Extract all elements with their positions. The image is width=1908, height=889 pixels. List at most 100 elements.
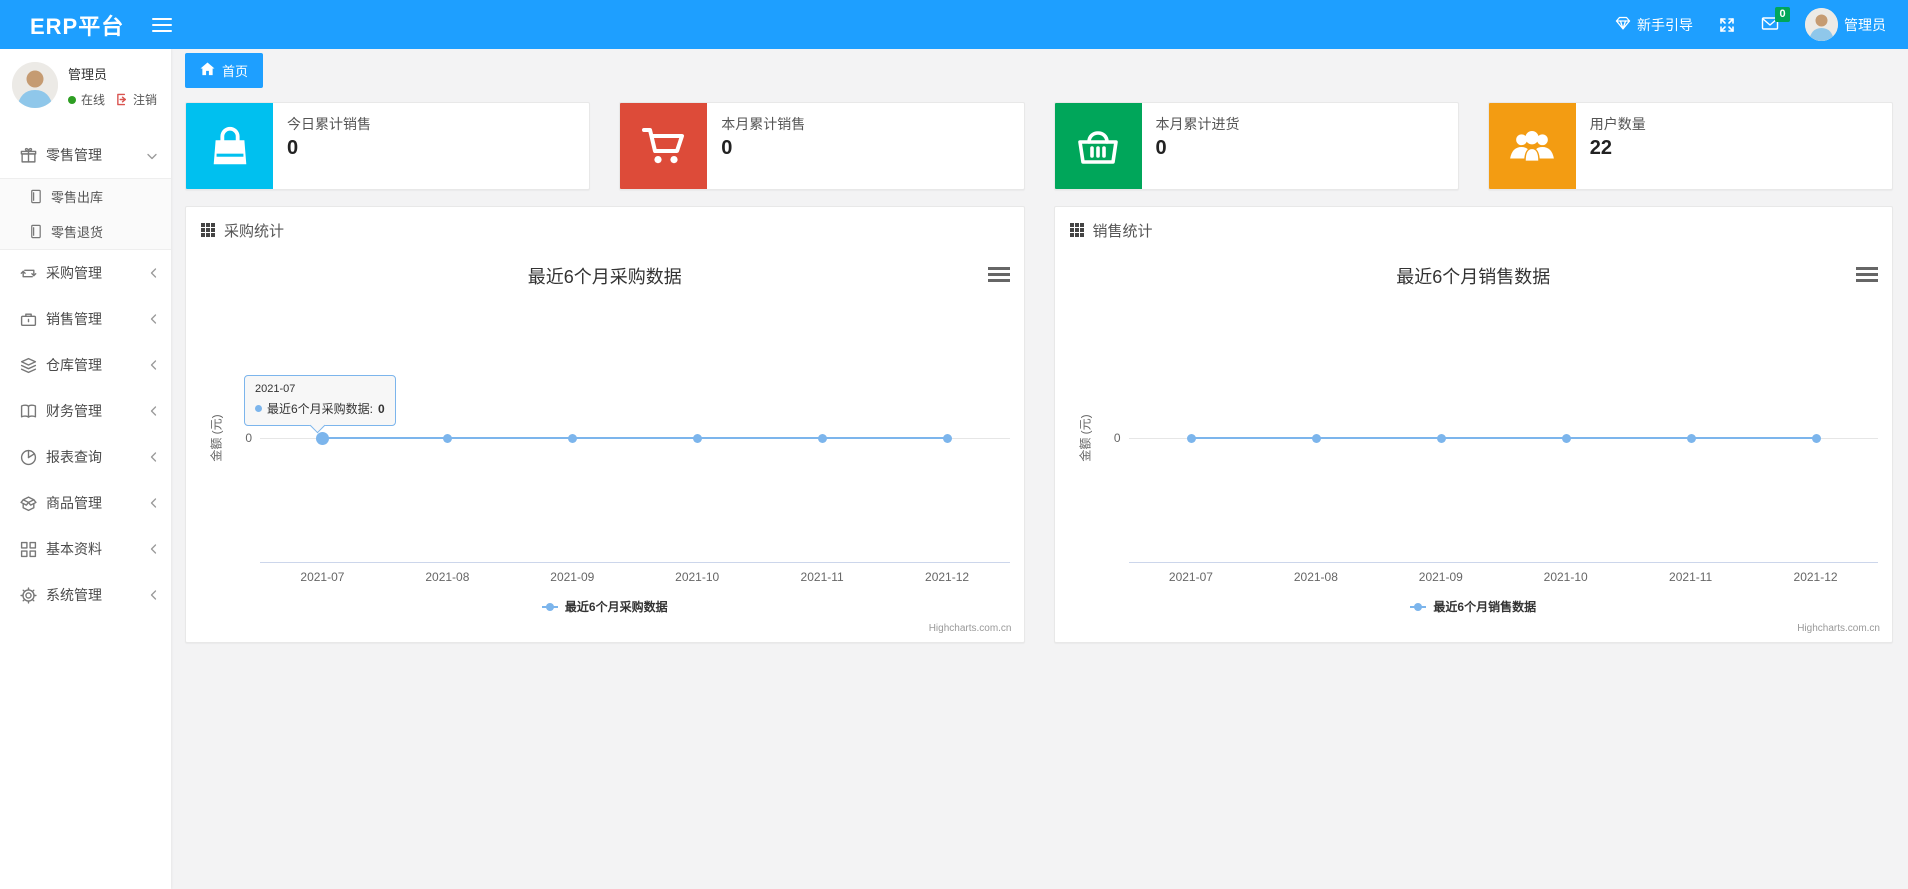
home-icon (200, 62, 215, 79)
logout-label: 注销 (133, 93, 158, 107)
cart-icon (620, 103, 708, 189)
th-grid-icon (1069, 223, 1084, 237)
stat-cards: 今日累计销售 0 本月累计销售 0 本月累计进货 0 用户数量 22 (185, 102, 1893, 190)
sidebar-item-label: 商品管理 (46, 495, 102, 511)
pie-chart-icon (20, 449, 37, 466)
stat-card-title: 今日累计销售 (287, 116, 371, 132)
stat-card-month-sales: 本月累计销售 0 (619, 102, 1025, 190)
sidebar-item-label: 销售管理 (46, 311, 102, 327)
panel-header: 销售统计 (1055, 207, 1893, 253)
layers-icon (20, 357, 37, 374)
sidebar-item-reports[interactable]: 报表查询 (0, 434, 171, 480)
data-point[interactable] (1811, 434, 1821, 443)
x-axis-line (260, 562, 1010, 563)
legend-marker-icon (1410, 602, 1427, 611)
fullscreen-button[interactable] (1719, 17, 1735, 33)
sidebar-item-sales[interactable]: 销售管理 (0, 296, 171, 342)
journal-icon (28, 189, 43, 204)
stat-card-title: 本月累计销售 (721, 116, 806, 132)
guide-label: 新手引导 (1637, 16, 1693, 33)
chevron-left-icon (150, 357, 157, 373)
message-count-badge: 0 (1775, 6, 1790, 22)
sidebar-item-label: 零售出库 (51, 190, 104, 205)
chart-tooltip: 2021-07 最近6个月采购数据: 0 (244, 375, 396, 426)
sidebar-item-label: 财务管理 (46, 403, 102, 419)
stat-card-value: 0 (721, 137, 733, 159)
highcharts-credits-link[interactable]: Highcharts.com.cn (929, 623, 1012, 634)
data-point[interactable] (1561, 434, 1571, 443)
sidebar-toggle-icon[interactable] (152, 17, 173, 32)
gem-icon (1615, 15, 1631, 34)
sidebar-item-basic-data[interactable]: 基本资料 (0, 526, 171, 572)
online-status-icon (68, 95, 76, 104)
plot-area: 2021-07 2021-08 2021-09 2021-10 2021-11 … (260, 253, 1010, 641)
x-axis-line (1128, 562, 1878, 563)
x-axis-label: 2021-12 (925, 570, 970, 584)
online-status-label: 在线 (81, 93, 106, 107)
stat-card-title: 本月累计进货 (1155, 116, 1240, 132)
sidebar-item-label: 系统管理 (46, 587, 102, 603)
gift-icon (20, 147, 37, 164)
sidebar-item-retail-return[interactable]: 零售退货 (0, 214, 171, 249)
logout-button[interactable]: 注销 (116, 91, 157, 108)
tooltip-series-label: 最近6个月采购数据: (267, 402, 374, 416)
sidebar-item-finance[interactable]: 财务管理 (0, 388, 171, 434)
data-point[interactable] (1186, 434, 1196, 443)
sidebar-item-goods[interactable]: 商品管理 (0, 480, 171, 526)
main-content: 首页 今日累计销售 0 本月累计销售 0 本月累计进货 0 用户数量 22 采购… (171, 49, 1908, 889)
book-icon (20, 403, 37, 420)
sidebar-item-purchase[interactable]: 采购管理 (0, 250, 171, 296)
sidebar-menu: 零售管理 零售出库 零售退货 采购管理 销售管理 仓库管理 财务管理 报表查询 … (0, 132, 171, 618)
purchase-stats-panel: 采购统计 最近6个月采购数据 金额 (元) 0 2021-07 2021-08 … (185, 206, 1025, 643)
user-menu[interactable]: 管理员 (1805, 8, 1886, 41)
chevron-left-icon (150, 587, 157, 603)
stat-card-month-purchase: 本月累计进货 0 (1053, 102, 1459, 190)
sidebar-item-label: 仓库管理 (46, 357, 102, 373)
data-point[interactable] (443, 434, 453, 443)
sidebar-item-retail[interactable]: 零售管理 (0, 132, 171, 178)
data-point[interactable] (568, 434, 578, 443)
purchase-chart: 最近6个月采购数据 金额 (元) 0 2021-07 2021-08 2021-… (186, 253, 1024, 641)
sales-stats-panel: 销售统计 最近6个月销售数据 金额 (元) 0 2021-07 2021-08 … (1053, 206, 1893, 643)
data-point[interactable] (1436, 434, 1446, 443)
sidebar-item-label: 零售退货 (51, 225, 104, 240)
data-point[interactable] (943, 434, 953, 443)
users-icon (1488, 103, 1576, 189)
legend-label: 最近6个月采购数据 (564, 600, 668, 614)
x-axis-label: 2021-08 (1293, 570, 1338, 584)
y-axis-tick: 0 (245, 431, 252, 445)
chevron-left-icon (150, 449, 157, 465)
series-dot-icon (255, 405, 262, 412)
th-grid-icon (201, 223, 215, 237)
chevron-down-icon (147, 147, 157, 163)
basket-icon (1054, 103, 1142, 189)
chevron-left-icon (150, 495, 157, 511)
sidebar-item-label: 采购管理 (46, 265, 102, 281)
messages-button[interactable]: 0 (1761, 6, 1790, 34)
guide-button[interactable]: 新手引导 (1615, 15, 1693, 35)
sidebar-item-retail-out[interactable]: 零售出库 (0, 179, 171, 214)
sales-chart: 最近6个月销售数据 金额 (元) 0 2021-07 2021-08 2021-… (1055, 253, 1893, 641)
data-point[interactable] (818, 434, 828, 443)
legend-item[interactable]: 最近6个月销售数据 (1055, 598, 1893, 615)
x-axis-label: 2021-12 (1793, 570, 1838, 584)
data-point[interactable] (1686, 434, 1696, 443)
series-line (1190, 437, 1816, 439)
data-point[interactable] (1311, 434, 1321, 443)
chevron-left-icon (150, 265, 157, 281)
x-axis-label: 2021-11 (800, 570, 844, 584)
user-avatar (1805, 8, 1838, 41)
data-point[interactable] (693, 434, 703, 443)
sidebar-item-warehouse[interactable]: 仓库管理 (0, 342, 171, 388)
x-axis-label: 2021-07 (300, 570, 345, 584)
sidebar-item-system[interactable]: 系统管理 (0, 572, 171, 618)
shopping-bag-icon (186, 103, 273, 189)
gear-icon (20, 586, 37, 604)
data-point[interactable] (316, 432, 330, 445)
plot-area: 2021-07 2021-08 2021-09 2021-10 2021-11 … (1128, 253, 1878, 641)
legend-item[interactable]: 最近6个月采购数据 (186, 598, 1024, 615)
panel-title: 销售统计 (1092, 222, 1153, 240)
stat-card-value: 0 (1155, 137, 1167, 159)
highcharts-credits-link[interactable]: Highcharts.com.cn (1797, 623, 1880, 634)
tab-home[interactable]: 首页 (185, 53, 264, 88)
